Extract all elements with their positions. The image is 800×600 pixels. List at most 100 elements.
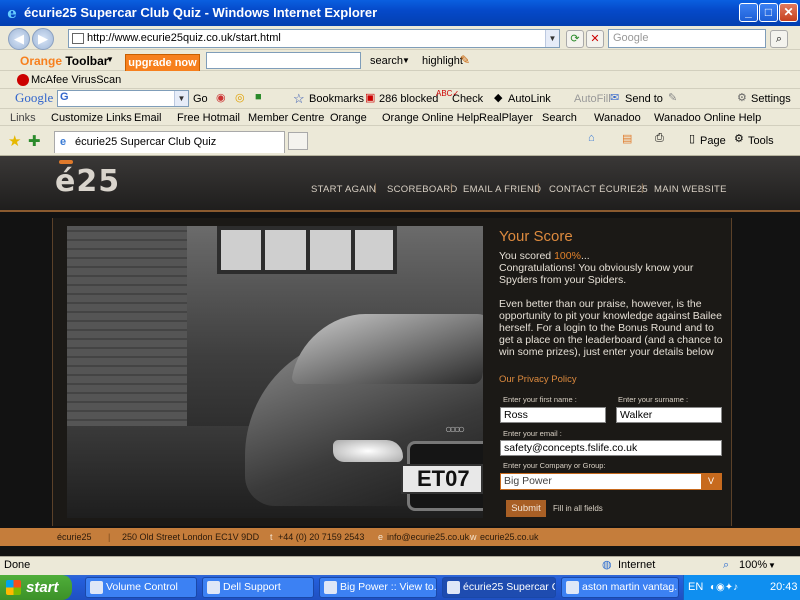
highlight-button[interactable]: highlight	[422, 54, 463, 68]
task-dell-support[interactable]: Dell Support	[202, 577, 314, 598]
link-member-centre[interactable]: Member Centre	[248, 111, 324, 125]
page-menu[interactable]: Page	[700, 134, 726, 148]
mcafee-label[interactable]: McAfee VirusScan	[31, 73, 121, 87]
nav-scoreboard[interactable]: SCOREBOARD	[387, 184, 458, 195]
start-button[interactable]: start	[0, 575, 72, 600]
car-headlight	[333, 440, 403, 462]
footer-email[interactable]: info@ecurie25.co.uk	[387, 528, 469, 546]
task-big-power[interactable]: Big Power :: View to...	[319, 577, 437, 598]
site-logo[interactable]: é25	[55, 160, 120, 198]
volume-icon	[90, 581, 103, 594]
zoom-level[interactable]: 100%	[739, 557, 767, 574]
link-email[interactable]: Email	[134, 111, 162, 125]
internet-zone-icon: ◍	[602, 559, 612, 571]
tools-menu[interactable]: Tools	[748, 134, 774, 148]
car-windshield	[290, 314, 483, 384]
search-dropdown-icon[interactable]: ▼	[402, 56, 410, 65]
zoom-dropdown-icon[interactable]: ▼	[768, 557, 776, 574]
link-orange-help[interactable]: Orange Online Help	[382, 111, 479, 125]
highlight-icon[interactable]: ✎	[668, 91, 677, 104]
news-icon[interactable]: ◉	[216, 91, 226, 104]
clock: 20:43	[770, 581, 798, 593]
footer-web[interactable]: ecurie25.co.uk	[480, 528, 539, 546]
settings-button[interactable]: Settings	[751, 92, 791, 106]
address-input[interactable]: http://www.ecurie25quiz.co.uk/start.html…	[68, 29, 560, 48]
forward-button[interactable]: ▶	[32, 28, 54, 50]
orange-search-button[interactable]: search	[370, 54, 403, 68]
feeds-icon[interactable]: ▤	[622, 132, 632, 145]
task-aston-martin[interactable]: aston martin vantag...	[561, 577, 679, 598]
autofill-button[interactable]: AutoFill	[574, 92, 611, 106]
popup-blocker-icon[interactable]: ▣	[365, 91, 375, 104]
company-field[interactable]: Big Power V	[500, 473, 722, 490]
task-volume-control[interactable]: Volume Control	[85, 577, 197, 598]
nav-email-friend[interactable]: EMAIL A FRIEND	[463, 184, 541, 195]
tray-icons[interactable]: ◐◉✦♪	[710, 575, 738, 600]
link-search[interactable]: Search	[542, 111, 577, 125]
email-field[interactable]: safety@concepts.fslife.co.uk	[500, 440, 722, 456]
nav-contact[interactable]: CONTACT ÉCURIE25	[549, 184, 648, 195]
first-name-field[interactable]: Ross	[500, 407, 606, 423]
orange-search-input[interactable]	[206, 52, 361, 69]
check-button[interactable]: Check	[452, 92, 483, 106]
autolink-icon[interactable]: ◆	[494, 91, 502, 104]
popups-blocked[interactable]: 286 blocked	[379, 92, 438, 106]
sendto-button[interactable]: Send to	[625, 92, 663, 106]
search-icon[interactable]: ⌕	[770, 30, 788, 48]
system-tray: EN ◐◉✦♪ 20:43	[683, 575, 800, 600]
congrats-text: Congratulations! You obviously know your…	[499, 262, 694, 286]
link-wanadoo[interactable]: Wanadoo	[594, 111, 641, 125]
mcafee-toolbar: McAfee VirusScan	[0, 71, 800, 89]
tab-active[interactable]: e écurie25 Supercar Club Quiz	[54, 131, 285, 153]
orange-brand: Orange	[20, 54, 63, 68]
pagerank-icon[interactable]: ◎	[235, 91, 245, 104]
score-title: Your Score	[499, 228, 573, 245]
link-orange[interactable]: Orange	[330, 111, 367, 125]
link-realplayer[interactable]: RealPlayer	[479, 111, 533, 125]
settings-icon[interactable]: ⚙	[737, 91, 747, 104]
home-icon[interactable]: ⌂	[588, 132, 595, 144]
privacy-policy-link[interactable]: Our Privacy Policy	[499, 374, 577, 385]
browser-icon	[324, 581, 337, 594]
minimize-button[interactable]: _	[739, 3, 758, 22]
maximize-button[interactable]: □	[759, 3, 778, 22]
zone-label: Internet	[618, 559, 656, 571]
print-icon[interactable]: ⎙	[655, 132, 664, 145]
company-dropdown-icon[interactable]: V	[701, 474, 721, 489]
link-hotmail[interactable]: Free Hotmail	[177, 111, 240, 125]
link-customize[interactable]: Customize Links	[51, 111, 132, 125]
surname-field[interactable]: Walker	[616, 407, 722, 423]
google-dropdown-icon[interactable]: ▼	[174, 91, 188, 106]
add-favorites-icon[interactable]: ✚	[28, 132, 41, 150]
task-ecurie25[interactable]: écurie25 Supercar C...	[442, 577, 556, 598]
footer-email-prefix: e	[378, 532, 384, 542]
bookmarks-button[interactable]: Bookmarks	[309, 92, 364, 106]
close-button[interactable]: ✕	[779, 3, 798, 22]
submit-button[interactable]: Submit	[506, 500, 546, 517]
bookmarks-star-icon[interactable]: ☆	[293, 91, 305, 107]
orange-dropdown-icon[interactable]: ▼	[106, 55, 114, 64]
ie-icon	[566, 581, 579, 594]
address-dropdown-icon[interactable]: ▼	[545, 30, 559, 47]
sendto-icon[interactable]: ✉	[610, 91, 619, 104]
favorites-star-icon[interactable]: ★	[8, 132, 21, 150]
google-search-input[interactable]: G ▼	[57, 90, 189, 107]
new-tab-button[interactable]	[288, 132, 308, 150]
autolink-button[interactable]: AutoLink	[508, 92, 551, 106]
nav-start-again[interactable]: START AGAIN	[311, 184, 376, 195]
google-go-button[interactable]: Go	[193, 92, 208, 106]
search-input[interactable]: Google	[608, 29, 766, 48]
refresh-icon[interactable]: ⟳	[566, 30, 584, 48]
taskbar: start Volume Control Dell Support Big Po…	[0, 575, 800, 600]
nav-main-website[interactable]: MAIN WEBSITE	[654, 184, 727, 195]
score-text: You scored 100%... Congratulations! You …	[499, 250, 724, 358]
footer-tel: +44 (0) 20 7159 2543	[278, 532, 365, 542]
upgrade-button[interactable]: upgrade now	[125, 54, 200, 72]
stop-icon[interactable]: ✕	[586, 30, 604, 48]
language-indicator[interactable]: EN	[688, 575, 703, 600]
google-g-icon: G	[60, 91, 69, 103]
google-tools-icon[interactable]: ■	[255, 91, 262, 103]
back-button[interactable]: ◀	[8, 28, 30, 50]
highlight-pen-icon[interactable]: ✎	[460, 53, 470, 67]
link-wanadoo-help[interactable]: Wanadoo Online Help	[654, 111, 761, 125]
